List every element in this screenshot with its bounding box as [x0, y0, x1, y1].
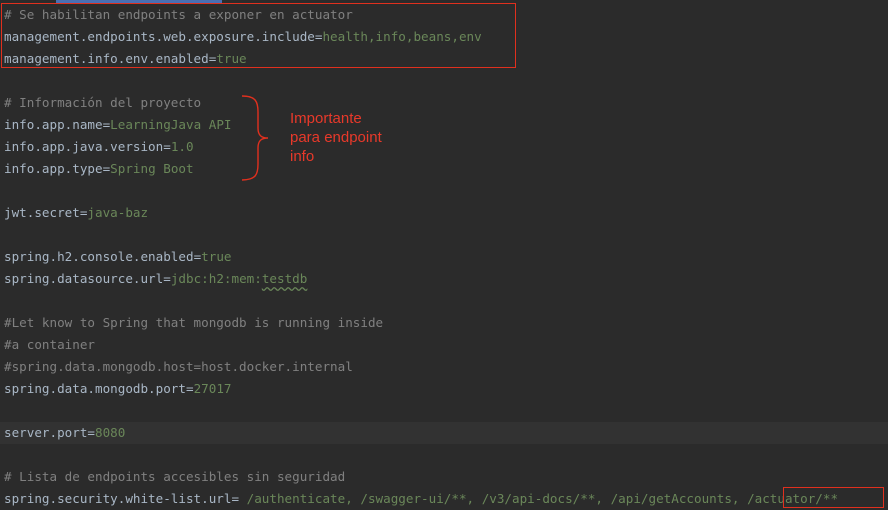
- code-line-comment: #a container: [4, 334, 95, 356]
- code-line-comment: #spring.data.mongodb.host=host.docker.in…: [4, 356, 353, 378]
- comment-text: #Let know to Spring that mongodb is runn…: [4, 315, 384, 330]
- property-key: spring.security.white-list.url: [4, 491, 232, 506]
- property-key: server.port: [4, 425, 88, 440]
- code-line-property: jwt.secret=java-baz: [4, 202, 148, 224]
- property-key: spring.h2.console.enabled: [4, 249, 194, 264]
- property-value: 8080: [95, 425, 126, 440]
- property-key: spring.data.mongodb.port: [4, 381, 186, 396]
- property-value: 1.0: [170, 139, 194, 154]
- equals-sign: =: [185, 381, 194, 396]
- property-value: Spring Boot: [110, 161, 194, 176]
- property-key: info.app.java.version: [4, 139, 164, 154]
- property-key: info.app.name: [4, 117, 103, 132]
- code-line-property: server.port=8080: [4, 422, 125, 444]
- code-line-property: spring.security.white-list.url= /authent…: [4, 488, 838, 510]
- equals-sign: =: [163, 139, 171, 154]
- code-line-property: spring.data.mongodb.port=27017: [4, 378, 232, 400]
- equals-sign: =: [231, 491, 240, 506]
- code-line-property: info.app.java.version=1.0: [4, 136, 194, 158]
- equals-sign: =: [87, 425, 95, 440]
- code-line-property: info.app.name=LearningJava API: [4, 114, 232, 136]
- property-value: jdbc:h2:mem:: [170, 271, 262, 286]
- comment-text: #a container: [4, 337, 95, 352]
- comment-text: #spring.data.mongodb.host=host.docker.in…: [4, 359, 353, 374]
- code-line-property: spring.h2.console.enabled=true: [4, 246, 232, 268]
- highlight-box-actuator-config: [1, 3, 516, 68]
- code-line-comment: # Lista de endpoints accesibles sin segu…: [4, 466, 345, 488]
- comment-text: # Información del proyecto: [4, 95, 202, 110]
- annotation-line-3: info: [290, 148, 315, 165]
- code-line-property: info.app.type=Spring Boot: [4, 158, 194, 180]
- equals-sign: =: [163, 271, 171, 286]
- code-line-comment: #Let know to Spring that mongodb is runn…: [4, 312, 383, 334]
- code-line-comment: # Información del proyecto: [4, 92, 201, 114]
- code-editor[interactable]: # Se habilitan endpoints a exponer en ac…: [0, 0, 888, 508]
- property-value: 27017: [193, 381, 232, 396]
- code-line-property: spring.datasource.url=jdbc:h2:mem:testdb: [4, 268, 307, 290]
- property-value: LearningJava API: [110, 117, 232, 132]
- property-value: true: [201, 249, 232, 264]
- annotation-line-2: para endpoint: [290, 129, 382, 146]
- property-key: jwt.secret: [4, 205, 80, 220]
- current-line-highlight: [0, 422, 888, 444]
- property-value: /authenticate, /swagger-ui/**, /v3/api-d…: [239, 491, 748, 506]
- property-key: info.app.type: [4, 161, 103, 176]
- annotation-note: Importante para endpoint info: [290, 109, 382, 166]
- property-key: spring.datasource.url: [4, 271, 164, 286]
- annotation-line-1: Importante: [290, 110, 362, 127]
- spellcheck-underlined-value: testdb: [261, 271, 308, 286]
- curly-brace-annotation: [241, 95, 269, 181]
- comment-text: # Lista de endpoints accesibles sin segu…: [4, 469, 346, 484]
- highlight-box-actuator-path: [783, 487, 884, 508]
- property-value: java-baz: [87, 205, 149, 220]
